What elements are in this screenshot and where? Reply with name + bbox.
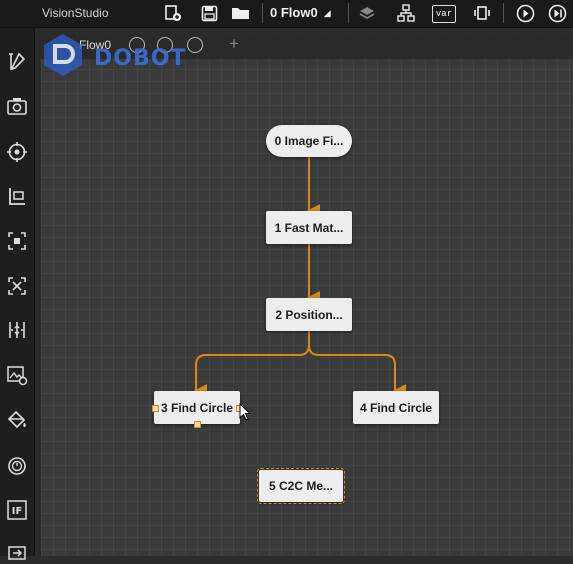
paint-bucket-icon[interactable] [3,406,31,434]
flow-node-image-file[interactable]: 0 Image Fi... [266,125,352,157]
save-icon[interactable] [198,3,220,23]
dobot-logo: DOBOT [36,30,196,82]
camera-icon[interactable] [3,92,31,120]
flow-node-position[interactable]: 2 Position... [266,298,352,331]
crop-icon[interactable] [3,227,31,255]
layers-icon[interactable] [356,3,378,23]
toolbar-separator [262,3,263,23]
image-settings-icon[interactable] [3,361,31,389]
target-icon[interactable] [3,138,31,166]
left-toolbar: IF [0,28,35,560]
node-label: 0 Image Fi... [274,134,344,148]
logo-mark-icon [44,34,82,76]
node-label: 1 Fast Mat... [274,220,344,235]
tools-icon[interactable] [3,48,31,76]
toolbar-separator [503,3,504,23]
device-icon[interactable] [471,3,493,23]
hierarchy-icon[interactable] [395,3,417,23]
toolbar-separator [348,3,349,23]
flow-node-find-circle-4[interactable]: 4 Find Circle [353,391,439,424]
app-title: VisionStudio [42,6,109,20]
pattern-icon[interactable] [3,272,31,300]
run-once-icon[interactable] [546,3,568,23]
run-icon[interactable] [514,3,536,23]
add-tab-button[interactable]: + [229,34,239,54]
more-icon[interactable] [3,536,31,564]
chevron-down-icon: ◢ [323,8,331,19]
var-icon[interactable]: var [432,5,456,23]
node-port-left[interactable] [152,405,159,412]
node-label: 2 Position... [275,307,343,322]
caliper-icon[interactable] [3,316,31,344]
node-label: 4 Find Circle [359,400,433,415]
node-label: 5 C2C Me... [268,479,334,493]
logo-text: DOBOT [94,46,187,71]
timer-icon[interactable] [3,451,31,479]
node-label: 3 Find Circle [160,400,234,415]
mouse-cursor-icon [239,403,251,421]
node-port-bottom[interactable] [194,421,201,428]
flow-node-find-circle-3[interactable]: 3 Find Circle [154,391,240,424]
new-flow-icon[interactable] [162,3,184,23]
flow-node-c2c-measure[interactable]: 5 C2C Me... [257,468,345,504]
measure-icon[interactable] [3,182,31,210]
flow-selector[interactable]: 0 Flow0 ◢ [270,5,331,20]
if-label: IF [12,506,23,517]
flow-node-fast-match[interactable]: 1 Fast Mat... [266,211,352,244]
title-bar: VisionStudio 0 Flow0 ◢ var [0,0,573,28]
if-icon[interactable]: IF [3,496,31,524]
open-folder-icon[interactable] [230,3,252,23]
